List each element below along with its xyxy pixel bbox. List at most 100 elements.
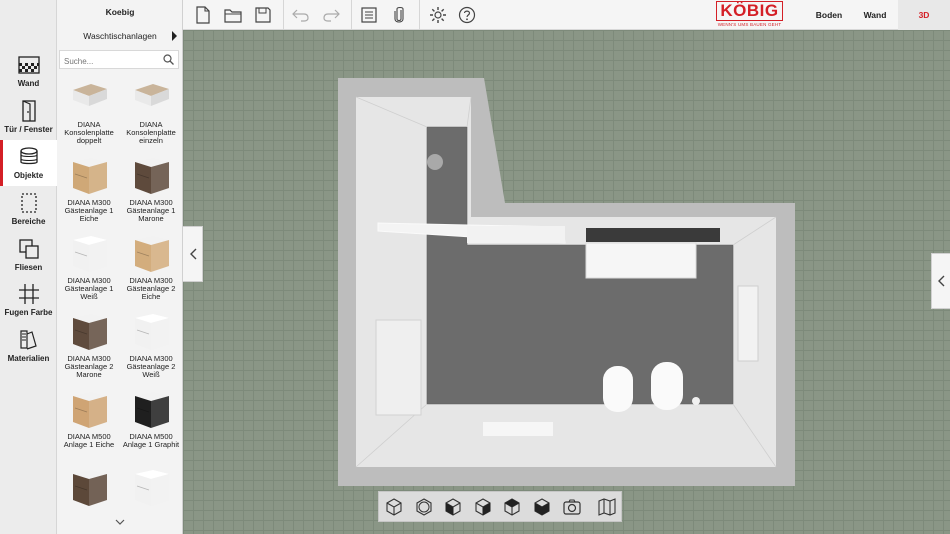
logo-mark: KÖBIG	[716, 1, 783, 21]
tab-wand[interactable]: Wand	[852, 0, 898, 30]
rail-item-materialien[interactable]: Materialien	[0, 329, 57, 373]
tab-boden[interactable]: Boden	[806, 0, 852, 30]
list-icon	[361, 7, 377, 23]
materials-swatch-icon	[19, 330, 37, 350]
toolbar-divider	[351, 0, 352, 30]
rail-item-fliesen[interactable]: Fliesen	[0, 238, 57, 282]
rail-label: Fugen Farbe	[4, 308, 53, 317]
product-name: DIANA M300 Gästeanlage 1 Weiß	[64, 276, 114, 301]
product-item[interactable]	[120, 466, 182, 534]
list-button[interactable]	[359, 5, 379, 25]
product-thumbnail	[73, 84, 107, 106]
mirror-cabinet	[586, 228, 720, 242]
product-name: DIANA M300 Gästeanlage 1 Eiche	[64, 198, 114, 223]
product-name: DIANA Konsolenplatte doppelt	[64, 120, 114, 145]
rail-label: Fliesen	[14, 263, 43, 272]
product-item[interactable]: DIANA M500 Anlage 1 Graphit	[120, 388, 182, 466]
expand-right-panel-button[interactable]	[931, 253, 950, 309]
toolbar-divider	[283, 0, 284, 30]
cube-right-icon[interactable]	[502, 497, 522, 517]
product-item[interactable]: DIANA M300 Gästeanlage 1 Eiche	[58, 154, 120, 232]
window	[737, 285, 759, 362]
search-box	[59, 50, 179, 70]
rail-item-fugen-farbe[interactable]: Fugen Farbe	[0, 283, 57, 327]
tiles-icon	[18, 239, 39, 259]
settings-button[interactable]	[428, 5, 448, 25]
koebig-logo: KÖBIG WENN'S UMS BAUEN GEHT	[716, 1, 783, 29]
floor-drain	[483, 422, 553, 436]
rail-label: Materialien	[7, 354, 50, 363]
cube-back-icon[interactable]	[532, 497, 552, 517]
settings-icon	[430, 7, 446, 23]
bidet	[603, 366, 633, 412]
camera-icon[interactable]	[562, 497, 582, 517]
product-thumbnail	[73, 236, 107, 272]
product-item[interactable]: DIANA M300 Gästeanlage 2 Weiß	[120, 310, 182, 388]
product-item[interactable]	[58, 466, 120, 534]
undo-icon	[292, 9, 309, 22]
tool-rail: Wand Tür / Fenster Objekte Bereiche Flie…	[0, 0, 57, 534]
save-icon	[255, 7, 271, 23]
room-3d-view	[338, 78, 795, 486]
rail-item-bereiche[interactable]: Bereiche	[0, 192, 57, 236]
search-icon[interactable]	[163, 54, 174, 65]
new-file-button[interactable]	[193, 5, 213, 25]
product-thumbnail	[73, 158, 107, 194]
rail-label: Bereiche	[11, 217, 46, 226]
cube-round-icon[interactable]	[414, 497, 434, 517]
product-name: DIANA M300 Gästeanlage 1 Marone	[126, 198, 176, 223]
chevron-left-icon	[189, 248, 196, 260]
catalog-panel: Koebig Waschtischanlagen DIANA Konsolenp…	[57, 0, 183, 534]
cube-left-icon[interactable]	[443, 497, 463, 517]
area-select-icon	[20, 193, 37, 213]
product-item[interactable]: DIANA M300 Gästeanlage 1 Weiß	[58, 232, 120, 310]
help-icon	[458, 6, 476, 24]
cube-front-icon[interactable]	[473, 497, 493, 517]
tab-3d[interactable]: 3D	[898, 0, 950, 30]
open-button[interactable]	[223, 5, 243, 25]
shower-head	[427, 154, 443, 170]
radiator	[375, 319, 422, 416]
cube-outline-icon[interactable]	[384, 497, 404, 517]
product-name: DIANA M300 Gästeanlage 2 Weiß	[126, 354, 176, 379]
redo-icon	[323, 9, 340, 22]
redo-button[interactable]	[321, 5, 341, 25]
toilet-brush	[692, 397, 700, 405]
product-name: DIANA M300 Gästeanlage 2 Eiche	[126, 276, 176, 301]
product-thumbnail	[73, 392, 107, 428]
attach-button[interactable]	[389, 5, 409, 25]
objects-stack-icon	[19, 147, 38, 165]
rail-item-wand[interactable]: Wand	[0, 54, 57, 98]
map-icon[interactable]	[597, 497, 617, 517]
product-item[interactable]: DIANA M500 Anlage 1 Eiche	[58, 388, 120, 466]
rail-item-tuer-fenster[interactable]: Tür / Fenster	[0, 100, 57, 144]
product-item[interactable]: DIANA M300 Gästeanlage 1 Marone	[120, 154, 182, 232]
product-thumbnail	[135, 470, 169, 506]
category-arrow-icon[interactable]	[172, 31, 177, 41]
3d-canvas[interactable]	[183, 30, 950, 534]
wall-texture-icon	[17, 56, 40, 74]
chevron-down-icon[interactable]	[115, 518, 125, 526]
help-button[interactable]	[457, 5, 477, 25]
chevron-left-icon	[938, 275, 945, 287]
product-thumbnail	[135, 314, 169, 350]
product-item[interactable]: DIANA Konsolenplatte einzeln	[120, 76, 182, 154]
product-item[interactable]: DIANA M300 Gästeanlage 2 Eiche	[120, 232, 182, 310]
product-item[interactable]: DIANA M300 Gästeanlage 2 Marone	[58, 310, 120, 388]
product-thumbnail	[135, 158, 169, 194]
category-selector[interactable]: Waschtischanlagen	[57, 31, 183, 41]
search-input[interactable]	[60, 53, 160, 70]
rail-item-objekte[interactable]: Objekte	[0, 140, 57, 186]
product-item[interactable]: DIANA Konsolenplatte doppelt	[58, 76, 120, 154]
open-folder-icon	[224, 9, 242, 23]
collapse-left-panel-button[interactable]	[183, 226, 203, 282]
product-thumbnail	[73, 470, 107, 506]
save-button[interactable]	[253, 5, 273, 25]
washbasin	[585, 242, 697, 279]
toolbar-divider	[419, 0, 420, 30]
product-thumbnail	[73, 314, 107, 350]
undo-button[interactable]	[291, 5, 311, 25]
product-thumbnail	[135, 392, 169, 428]
rail-label: Wand	[17, 79, 40, 88]
camera-view-bar	[378, 491, 622, 522]
